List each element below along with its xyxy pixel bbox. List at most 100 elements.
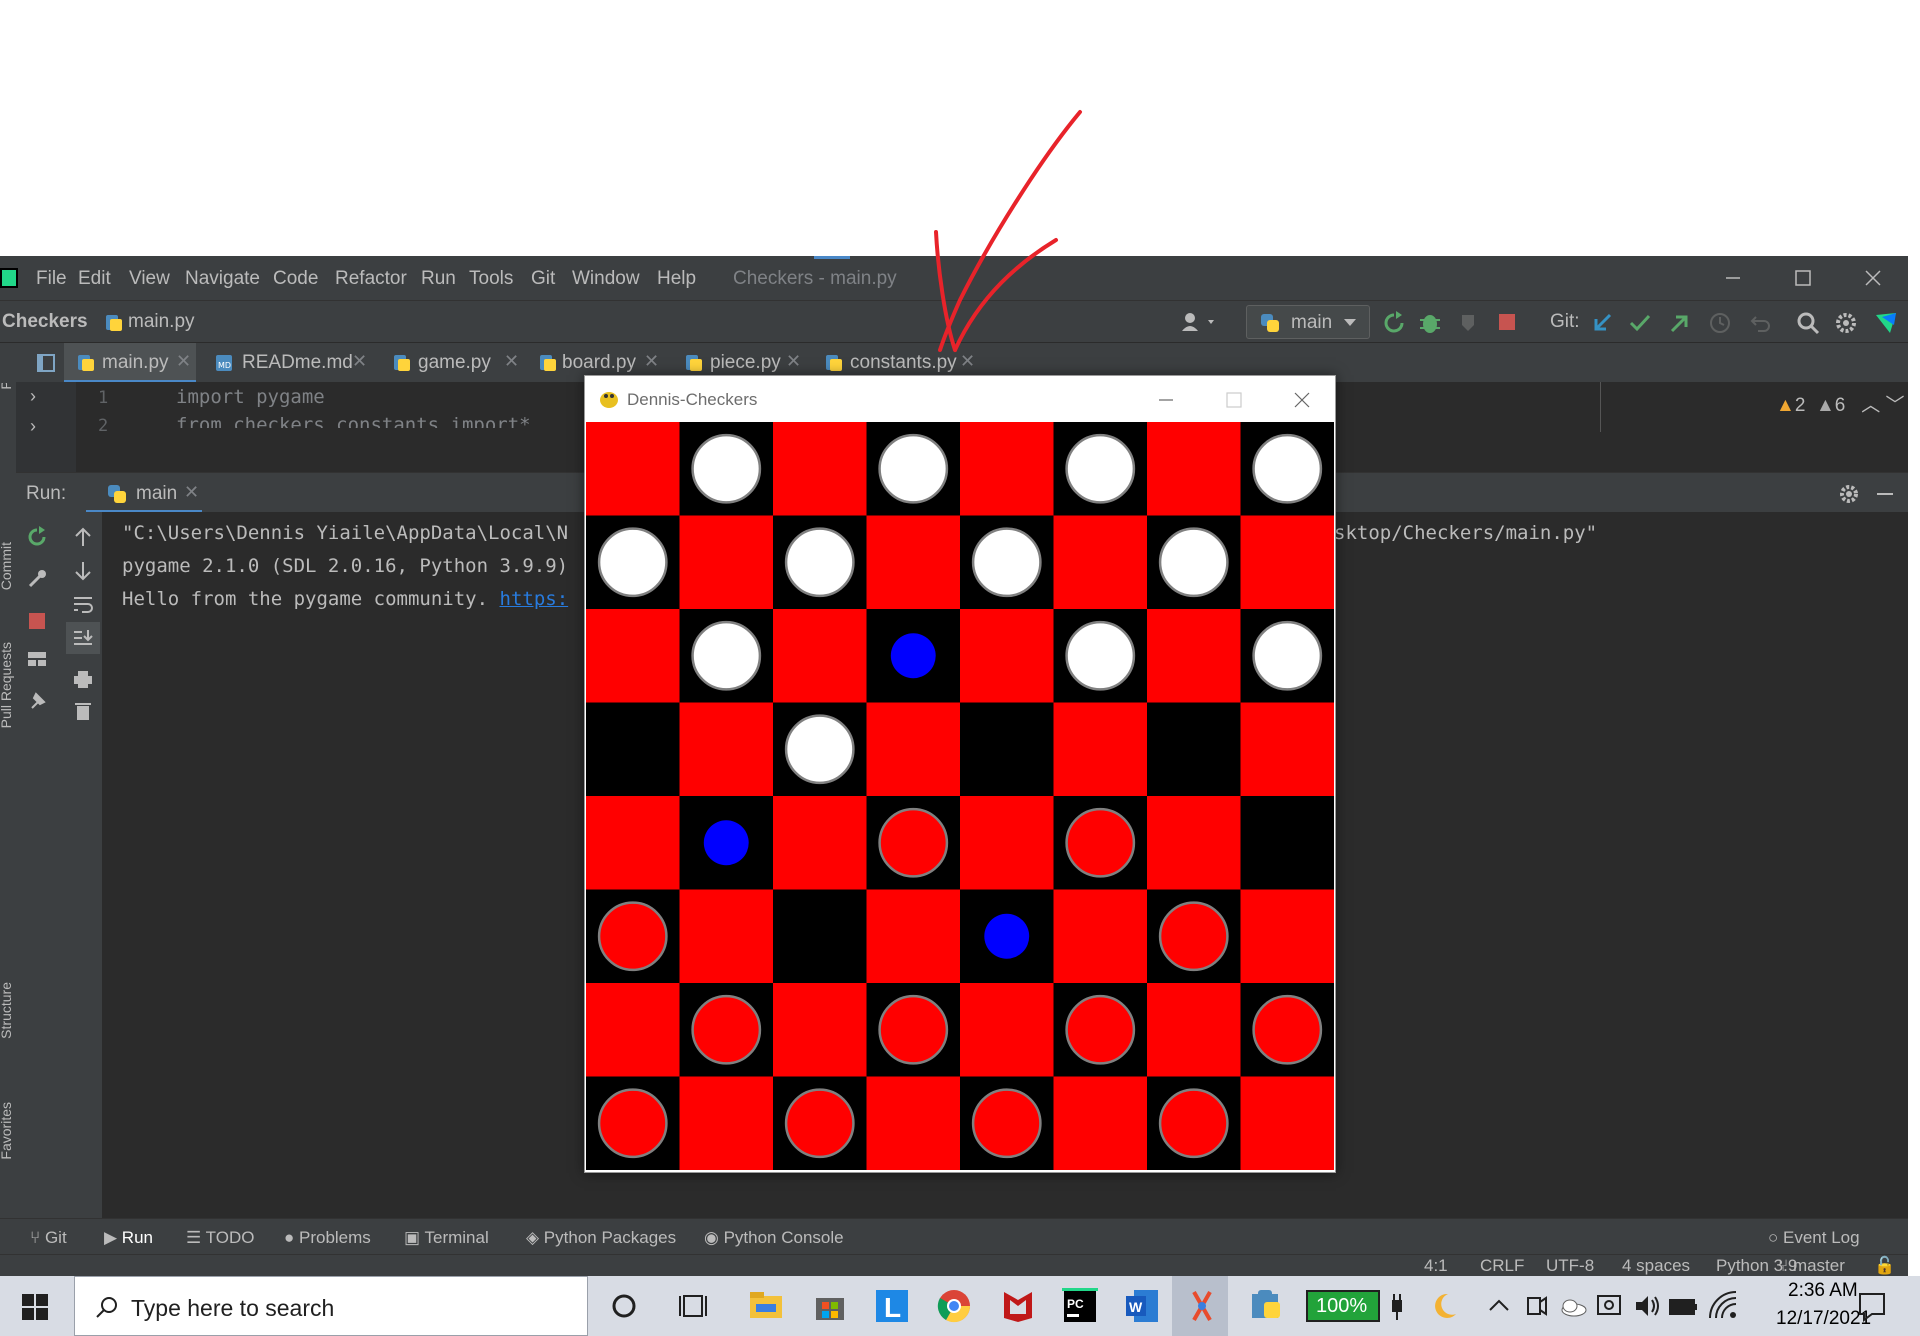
git-push-icon[interactable] bbox=[1668, 311, 1692, 335]
menu-window[interactable]: Window bbox=[572, 268, 640, 290]
close-tab-icon[interactable]: ✕ bbox=[786, 351, 801, 372]
board-square[interactable] bbox=[1240, 889, 1335, 984]
print-icon[interactable] bbox=[72, 668, 94, 690]
red-piece[interactable] bbox=[878, 807, 949, 878]
trash-icon[interactable] bbox=[72, 700, 94, 722]
white-piece[interactable] bbox=[878, 433, 949, 504]
menu-tools[interactable]: Tools bbox=[469, 268, 513, 290]
red-piece[interactable] bbox=[1158, 901, 1229, 972]
arrow-down-icon[interactable] bbox=[72, 560, 94, 582]
board-square[interactable] bbox=[1147, 796, 1241, 890]
board-square[interactable] bbox=[1053, 702, 1148, 797]
status-indent[interactable]: 4 spaces bbox=[1622, 1256, 1690, 1276]
chrome-icon[interactable] bbox=[936, 1288, 972, 1324]
tab-game-py[interactable]: game.py ✕ bbox=[380, 343, 520, 383]
board-square[interactable] bbox=[773, 422, 867, 516]
pin-icon[interactable] bbox=[26, 690, 48, 712]
commit-tool-tab[interactable]: Commit bbox=[0, 542, 14, 590]
close-tab-icon[interactable]: ✕ bbox=[352, 351, 367, 372]
windows-start-icon[interactable] bbox=[22, 1294, 48, 1320]
white-piece[interactable] bbox=[1252, 620, 1323, 691]
white-piece[interactable] bbox=[1252, 433, 1323, 504]
search-icon[interactable] bbox=[1796, 311, 1820, 335]
stop-icon[interactable] bbox=[26, 610, 48, 632]
status-encoding[interactable]: UTF-8 bbox=[1546, 1256, 1594, 1276]
board-square[interactable] bbox=[586, 422, 680, 516]
board-square[interactable] bbox=[1147, 983, 1241, 1077]
task-view-icon[interactable] bbox=[676, 1288, 712, 1324]
power-plug-icon[interactable] bbox=[1384, 1288, 1410, 1324]
console-link[interactable]: https: bbox=[500, 588, 569, 610]
chevron-up-icon[interactable]: ︿ bbox=[1861, 395, 1880, 416]
board-square[interactable] bbox=[773, 889, 867, 984]
tool-tab-python-console[interactable]: ◉ Python Console bbox=[704, 1228, 844, 1248]
status-branch[interactable]: ⑂ master bbox=[1778, 1256, 1845, 1276]
microsoft-store-icon[interactable] bbox=[812, 1288, 848, 1324]
rollback-icon[interactable] bbox=[1748, 311, 1772, 335]
layout-icon[interactable] bbox=[26, 648, 48, 670]
pull-requests-tool-tab[interactable]: Pull Requests bbox=[0, 642, 14, 728]
close-tab-icon[interactable]: ✕ bbox=[644, 351, 659, 372]
gear-icon[interactable] bbox=[1838, 483, 1860, 505]
jetbrains-space-icon[interactable] bbox=[1874, 311, 1898, 335]
board-square[interactable] bbox=[586, 983, 680, 1077]
white-piece[interactable] bbox=[597, 527, 668, 598]
debug-icon[interactable] bbox=[1418, 311, 1442, 335]
chevron-right-icon[interactable]: › bbox=[30, 386, 36, 407]
white-piece[interactable] bbox=[784, 714, 855, 785]
menu-edit[interactable]: Edit bbox=[78, 268, 111, 290]
board-square[interactable] bbox=[773, 609, 867, 703]
screen-capture-icon[interactable] bbox=[1594, 1288, 1624, 1324]
menu-help[interactable]: Help bbox=[657, 268, 696, 290]
pycharm-icon[interactable]: PC bbox=[1062, 1288, 1098, 1324]
board-square[interactable] bbox=[866, 702, 961, 797]
board-square[interactable] bbox=[960, 609, 1054, 703]
board-square[interactable] bbox=[960, 983, 1054, 1077]
tool-tab-terminal[interactable]: ▣ Terminal bbox=[404, 1228, 489, 1248]
arrow-up-icon[interactable] bbox=[72, 526, 94, 548]
minimize-icon[interactable] bbox=[1718, 264, 1748, 292]
structure-tool-tab[interactable]: Structure bbox=[0, 982, 14, 1039]
menu-navigate[interactable]: Navigate bbox=[185, 268, 260, 290]
tab-main-py[interactable]: main.py ✕ bbox=[64, 343, 196, 383]
menu-view[interactable]: View bbox=[129, 268, 170, 290]
user-icon[interactable] bbox=[1180, 311, 1220, 333]
code-line[interactable]: import pygame bbox=[176, 386, 325, 408]
close-tab-icon[interactable]: ✕ bbox=[504, 351, 519, 372]
red-piece[interactable] bbox=[784, 1088, 855, 1159]
run-configuration-select[interactable]: main bbox=[1246, 305, 1370, 339]
board-square[interactable] bbox=[866, 889, 961, 984]
stop-icon[interactable] bbox=[1496, 311, 1520, 335]
battery-icon[interactable] bbox=[1668, 1288, 1698, 1324]
inspection-widget[interactable]: ▲2 ▲6 ︿ ﹀ bbox=[1776, 390, 1905, 417]
rerun-icon[interactable] bbox=[1382, 311, 1406, 335]
menu-run[interactable]: Run bbox=[421, 268, 456, 290]
maximize-icon[interactable] bbox=[1219, 386, 1249, 414]
volume-icon[interactable] bbox=[1632, 1288, 1662, 1324]
board-square[interactable] bbox=[1240, 702, 1335, 797]
white-piece[interactable] bbox=[1065, 620, 1136, 691]
red-piece[interactable] bbox=[1065, 994, 1136, 1065]
tool-tab-run[interactable]: ▶ Run bbox=[104, 1228, 153, 1248]
git-update-icon[interactable] bbox=[1590, 311, 1614, 335]
close-tab-icon[interactable]: ✕ bbox=[184, 482, 199, 503]
tool-tab-python-packages[interactable]: ◈ Python Packages bbox=[526, 1228, 676, 1248]
tool-tab-problems[interactable]: ● Problems bbox=[284, 1228, 371, 1248]
close-icon[interactable] bbox=[1858, 264, 1888, 292]
run-tab-main[interactable]: main ✕ bbox=[86, 473, 202, 513]
word-icon[interactable]: W bbox=[1124, 1288, 1160, 1324]
board-square[interactable] bbox=[679, 1076, 774, 1171]
rerun-icon[interactable] bbox=[26, 526, 48, 548]
chevron-down-icon[interactable]: ﹀ bbox=[1885, 395, 1904, 416]
chevron-right-icon[interactable]: › bbox=[30, 416, 36, 437]
red-piece[interactable] bbox=[1065, 807, 1136, 878]
board-square[interactable] bbox=[773, 796, 867, 890]
tab-readme-md[interactable]: MD READme.md ✕ bbox=[204, 343, 368, 383]
notification-icon[interactable] bbox=[1854, 1288, 1890, 1324]
checkers-board[interactable] bbox=[586, 422, 1334, 1170]
onedrive-icon[interactable] bbox=[1558, 1288, 1588, 1324]
board-square[interactable] bbox=[1147, 422, 1241, 516]
board-square[interactable] bbox=[586, 702, 680, 797]
favorites-tool-tab[interactable]: Favorites bbox=[0, 1102, 14, 1160]
white-piece[interactable] bbox=[971, 527, 1042, 598]
